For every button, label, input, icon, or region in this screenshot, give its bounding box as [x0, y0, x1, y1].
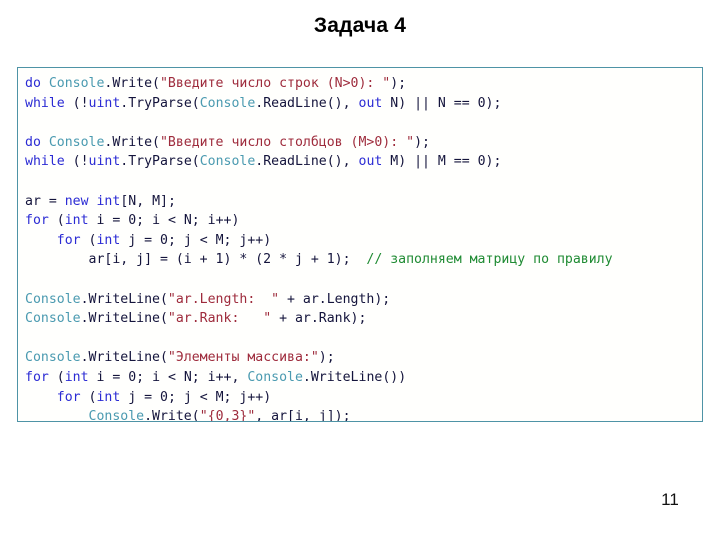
code-token-kw: while — [25, 154, 65, 170]
code-line: for (int i = 0; i < N; i++) — [25, 211, 702, 231]
code-token-kw: for — [56, 389, 81, 405]
code-token-pln: ar = — [25, 193, 65, 209]
code-line: Console.WriteLine("ar.Length: " + ar.Len… — [25, 290, 702, 310]
code-token-kw: for — [25, 369, 49, 385]
code-token-kw: int — [64, 213, 89, 229]
code-token-kw: new — [64, 193, 89, 209]
code-token-pln: ar[i, j] = (i + 1) * (2 * j + 1); — [25, 252, 367, 268]
slide-root: Задача 4 do Console.Write("Введите число… — [0, 0, 720, 540]
code-token-pln: + ar.Length); — [279, 291, 391, 307]
code-line: do Console.Write("Введите число строк (N… — [25, 74, 702, 94]
code-token-type: Console — [25, 350, 81, 366]
code-line: for (int j = 0; j < M; j++) — [25, 388, 702, 408]
code-token-kw: uint — [88, 154, 121, 170]
code-token-pln: .WriteLine()) — [302, 369, 407, 385]
code-token-pln: .Write( — [104, 134, 160, 150]
code-line: while (!uint.TryParse(Console.ReadLine()… — [25, 94, 702, 114]
code-token-str: "ar.Length: " — [167, 291, 280, 307]
code-token-kw: uint — [88, 95, 121, 111]
code-token-pln: ( — [80, 232, 97, 248]
code-line: Console.Write("{0,3}", ar[i, j]); — [25, 407, 702, 422]
code-token-kw: int — [96, 193, 121, 209]
code-token-str: "{0,3}" — [199, 409, 256, 422]
code-token-pln: , ar[i, j]); — [255, 409, 351, 422]
code-token-pln: ); — [390, 76, 407, 91]
code-token-pln: i = 0; i < N; i++) — [88, 213, 240, 229]
code-line: while (!uint.TryParse(Console.ReadLine()… — [25, 152, 702, 172]
code-token-pln: (! — [64, 95, 89, 111]
code-block: do Console.Write("Введите число строк (N… — [17, 67, 703, 422]
code-line: do Console.Write("Введите число столбцов… — [25, 133, 702, 153]
code-line: Console.WriteLine("ar.Rank: " + ar.Rank)… — [25, 309, 702, 329]
code-token-kw: do — [25, 134, 49, 150]
code-token-str: "Введите число столбцов (M>0): " — [159, 134, 415, 150]
code-token-str: "ar.Rank: " — [167, 311, 272, 327]
code-token-pln: .TryParse( — [120, 95, 200, 111]
code-token-pln: .WriteLine( — [80, 350, 168, 366]
code-line: Console.WriteLine("Элементы массива:"); — [25, 348, 702, 368]
code-token-kw: int — [96, 232, 121, 248]
code-line: for (int i = 0; i < N; i++, Console.Writ… — [25, 368, 702, 388]
code-token-kw: out — [358, 95, 383, 111]
code-token-type: Console — [48, 134, 105, 150]
code-token-kw: for — [25, 213, 49, 229]
code-token-kw: while — [25, 95, 65, 111]
code-token-pln: [N, M]; — [120, 193, 176, 209]
code-token-pln: .Write( — [104, 76, 160, 91]
code-token-type: Console — [247, 369, 303, 385]
code-token-pln: (! — [64, 154, 89, 170]
code-token-pln: j = 0; j < M; j++) — [120, 389, 272, 405]
code-token-pln — [25, 390, 57, 405]
code-token-pln: .WriteLine( — [80, 311, 168, 327]
code-token-kw: int — [96, 389, 121, 405]
code-token-pln: i = 0; i < N; i++, — [88, 369, 248, 385]
code-token-type: Console — [48, 76, 105, 91]
code-token-kw: int — [64, 369, 89, 385]
code-token-pln: j = 0; j < M; j++) — [120, 232, 272, 248]
code-token-type: Console — [199, 95, 256, 111]
code-token-pln: .WriteLine( — [80, 291, 168, 307]
code-token-pln: .TryParse( — [120, 154, 200, 170]
code-token-pln: M) || M == 0); — [382, 154, 502, 170]
code-line: ar = new int[N, M]; — [25, 192, 702, 212]
code-token-str: "Введите число строк (N>0): " — [159, 76, 391, 91]
code-token-pln: ); — [414, 134, 430, 150]
code-token-pln: ( — [48, 369, 65, 385]
code-token-pln: ( — [80, 389, 97, 405]
code-token-type: Console — [25, 291, 81, 307]
code-token-type: Console — [88, 409, 145, 422]
code-token-pln — [25, 233, 57, 248]
code-line: for (int j = 0; j < M; j++) — [25, 231, 702, 251]
code-token-kw: do — [25, 76, 49, 91]
code-token-pln: ( — [48, 213, 65, 229]
code-token-type: Console — [199, 154, 256, 170]
code-token-type: Console — [25, 311, 81, 327]
code-lines-container: do Console.Write("Введите число строк (N… — [18, 68, 702, 422]
code-token-pln: .ReadLine(), — [255, 154, 359, 170]
page-number: 11 — [661, 490, 679, 509]
code-token-str: "Элементы массива:" — [167, 350, 319, 366]
code-token-pln — [25, 409, 89, 421]
page-title: Задача 4 — [313, 14, 407, 37]
code-token-pln: .Write( — [144, 409, 200, 422]
code-token-kw: for — [56, 232, 81, 248]
code-token-cmt: // заполняем матрицу по правилу — [366, 252, 613, 268]
code-token-pln: ); — [318, 350, 335, 366]
code-token-pln: N) || N == 0); — [382, 95, 502, 111]
code-token-kw: out — [358, 154, 383, 170]
code-line: ar[i, j] = (i + 1) * (2 * j + 1); // зап… — [25, 250, 702, 270]
code-token-pln: + ar.Rank); — [271, 311, 367, 327]
code-token-pln: .ReadLine(), — [255, 95, 359, 111]
